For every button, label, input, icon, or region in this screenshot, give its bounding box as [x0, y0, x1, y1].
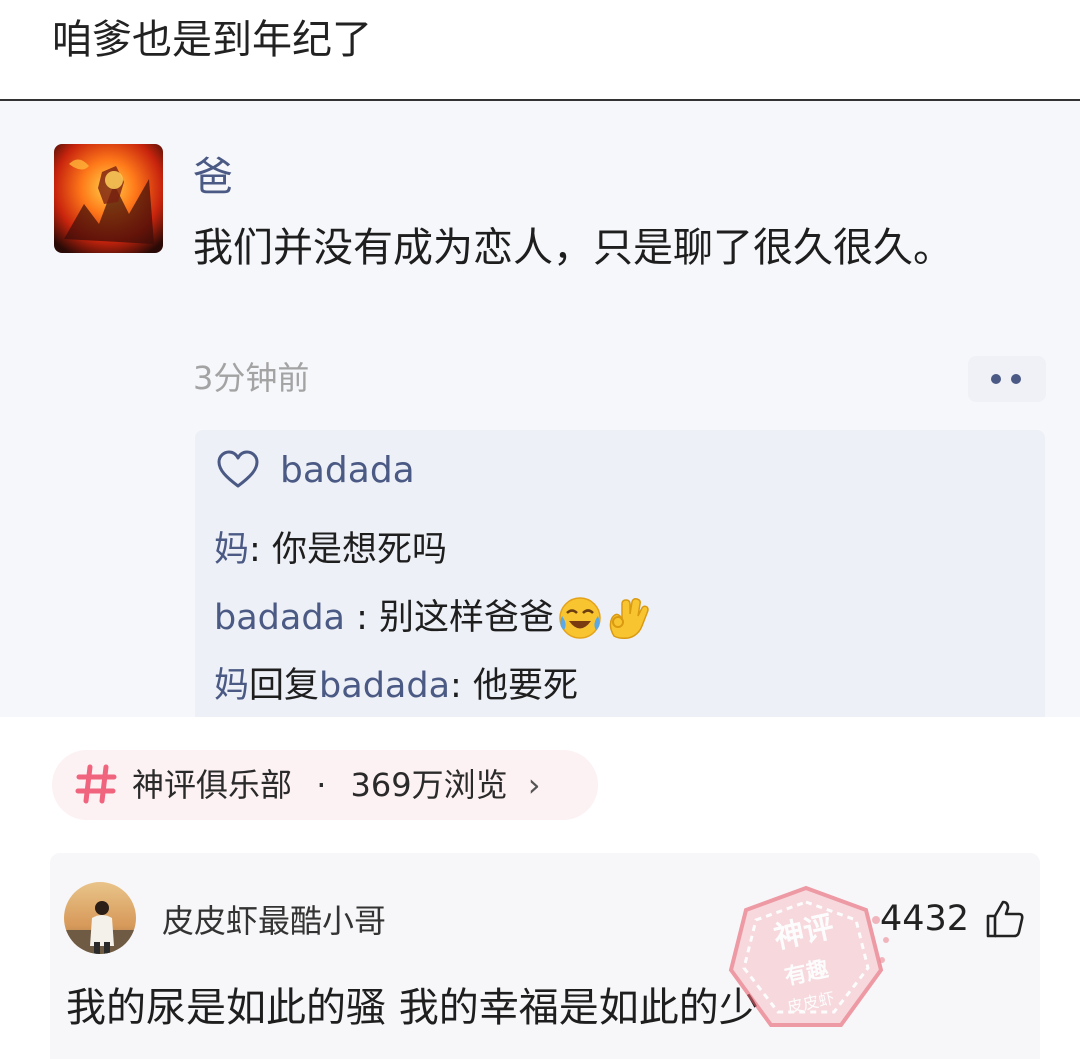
reply-connector: 回复 [249, 666, 320, 706]
watermark-stamp: 神评 有趣 皮皮虾 [716, 880, 896, 1040]
topic-name: 神评俱乐部 [132, 766, 293, 804]
page-title: 咱爹也是到年纪了 [52, 17, 372, 63]
reply-target[interactable]: badada [319, 662, 450, 710]
reply-item[interactable]: badada : 别这样爸爸 [214, 594, 650, 642]
post-text: 我们并没有成为恋人，只是聊了很久很久。 [193, 225, 953, 271]
reply-author[interactable]: badada [214, 594, 345, 642]
heart-outline-icon [217, 450, 259, 488]
more-button[interactable] [968, 356, 1046, 402]
post-time: 3分钟前 [193, 359, 310, 397]
author-avatar[interactable] [54, 144, 163, 253]
hash-icon [75, 764, 117, 804]
reply-item[interactable]: 妈回复 badada: 他要死 [214, 662, 578, 710]
ok-hand-emoji-icon [609, 598, 649, 639]
reply-separator: : [450, 666, 473, 706]
thumbs-up-icon[interactable] [984, 898, 1026, 940]
crying-laughing-emoji-icon [559, 597, 601, 639]
reply-author[interactable]: 妈 [214, 662, 249, 710]
topic-label: 神评俱乐部 · 369万浏览 › [132, 750, 541, 820]
reply-author[interactable]: 妈 [214, 526, 249, 574]
commenter-avatar[interactable] [64, 882, 136, 954]
commenter-name[interactable]: 皮皮虾最酷小哥 [162, 898, 386, 944]
reply-text: 他要死 [472, 666, 578, 706]
liker-name[interactable]: badada [280, 450, 415, 491]
reply-text: 别这样爸爸 [379, 598, 555, 638]
author-name[interactable]: 爸 [193, 151, 233, 203]
reply-item[interactable]: 妈: 你是想死吗 [214, 526, 447, 574]
reply-text: 你是想死吗 [271, 530, 447, 570]
comment-text: 我的尿是如此的骚 我的幸福是如此的少 [66, 985, 759, 1031]
more-dots-icon [991, 374, 1021, 384]
reply-separator: : [345, 598, 380, 638]
topic-dot: · [316, 766, 327, 804]
topic-tag[interactable]: 神评俱乐部 · 369万浏览 › [52, 750, 598, 820]
topic-views: 369万浏览 [350, 766, 508, 804]
chevron-right-icon: › [527, 766, 541, 804]
likes-row[interactable]: badada [216, 447, 415, 493]
reply-separator: : [249, 530, 272, 570]
